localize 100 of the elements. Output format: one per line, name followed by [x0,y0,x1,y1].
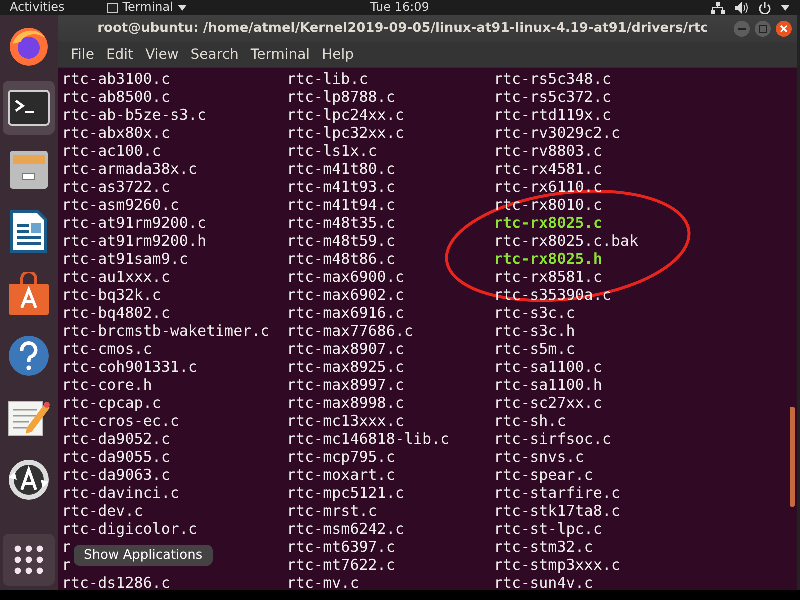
file-name: rtc-rx4581.c [494,160,602,178]
tooltip: Show Applications [74,545,213,566]
menu-item[interactable]: Help [317,44,359,66]
file-name: rtc-brcmstb-waketimer.c [62,322,270,340]
file-name: rtc-max8907.c [287,340,404,358]
file-name: rtc-bq32k.c [62,286,162,304]
file-name: rtc-rs5c348.c [494,70,612,88]
grid-dots-icon [14,545,44,575]
file-name: rtc-max8925.c [287,358,404,376]
scrollbar-thumb[interactable] [790,407,795,507]
file-name: rtc-max6916.c [287,304,404,322]
file-name: rtc-rx8025.c.bak [494,232,638,250]
file-name: rtc-max6902.c [287,286,404,304]
file-name: rtc-stk17ta8.c [494,502,620,520]
file-name: rtc-ds1286.c [62,574,170,590]
file-name: rtc-au1xxx.c [62,268,170,286]
file-name: rtc-lib.c [287,70,368,88]
file-name: rtc-dev.c [62,502,144,520]
file-name: rtc-max8997.c [287,376,404,394]
file-name: rtc-rv3029c2.c [494,124,620,142]
volume-icon [735,2,749,14]
file-name: rtc-stmp3xxx.c [494,556,620,574]
menu-item[interactable]: File [66,44,100,66]
file-name: rtc-rx8025.h [494,250,602,268]
file-name: rtc-lpc32xx.c [287,124,404,142]
file-name: rtc-ac100.c [62,142,162,160]
file-name: rtc-davinci.c [62,484,180,502]
network-icon [711,2,725,14]
file-name: rtc-m48t35.c [287,214,396,232]
file-name: rtc-m48t86.c [287,250,396,268]
show-applications-button[interactable] [3,534,55,586]
file-cabinet-icon[interactable] [8,149,50,191]
close-button[interactable] [776,20,792,36]
file-name: rtc-ab-b5ze-s3.c [62,106,206,124]
terminal-icon[interactable] [8,90,50,126]
menu-item[interactable]: Search [186,44,244,66]
file-name: rtc-mc13xxx.c [287,412,404,430]
maximize-button[interactable] [755,20,771,36]
file-name: rtc-rx6110.c [494,178,602,196]
file-name: rtc-cmos.c [62,340,152,358]
window-title: root@ubuntu: /home/atmel/Kernel2019-09-05/linux-at91-linux-4.19-at91/drivers/rtc [96,21,710,36]
document-icon[interactable] [10,210,48,254]
minimize-icon [738,28,746,30]
file-name: rtc-m41t94.c [287,196,396,214]
file-name: rtc-mc146818-lib.c [287,430,450,448]
file-name: rtc-sirfsoc.c [494,430,612,448]
file-name: rtc-m41t80.c [287,160,396,178]
menu-item[interactable]: View [140,44,184,66]
file-name: rtc-mt7622.c [287,556,396,574]
file-name: rtc-sc27xx.c [494,394,602,412]
file-name: rtc-mrst.c [287,502,378,520]
file-name: rtc-at91rm9200.c [62,214,206,232]
file-name: rtc-rv8803.c [494,142,602,160]
file-name: rtc-m48t59.c [287,232,396,250]
file-name: rtc-abx80x.c [62,124,170,142]
app-menu[interactable]: Terminal [122,0,174,15]
activities-button[interactable]: Activities [10,0,65,15]
file-name: r [62,556,72,574]
file-name: rtc-max77686.c [287,322,414,340]
file-name: rtc-da9055.c [62,448,170,466]
file-name: rtc-sa1100.c [494,358,602,376]
file-name: rtc-rs5c372.c [494,88,612,106]
caret-down-icon [178,4,188,10]
file-name: rtc-at91rm9200.h [62,232,206,250]
maximize-icon [759,24,767,32]
menu-item[interactable]: Edit [101,44,139,66]
file-name: rtc-rtd119x.c [494,106,612,124]
file-name: rtc-bq4802.c [62,304,170,322]
file-name: rtc-max6900.c [287,268,404,286]
dock-item[interactable] [3,81,55,135]
file-name: rtc-as3722.c [62,178,170,196]
menu-item[interactable]: Terminal [246,44,316,66]
file-name: rtc-armada38x.c [62,160,198,178]
file-name: rtc-mv.c [287,574,360,590]
file-name: rtc-da9063.c [62,466,170,484]
file-name: rtc-core.h [62,376,152,394]
clock[interactable]: Tue 16:09 [370,0,430,15]
file-name: rtc-mcp795.c [287,448,396,466]
caret-down-icon [781,4,790,10]
file-name: rtc-ab3100.c [62,70,170,88]
file-name: rtc-msm6242.c [287,520,404,538]
file-name: rtc-cpcap.c [62,394,162,412]
help-icon[interactable] [8,335,50,377]
file-name: rtc-at91sam9.c [62,250,188,268]
file-name: rtc-moxart.c [287,466,396,484]
file-name: rtc-s5m.c [494,340,576,358]
file-name: rtc-spear.c [494,466,594,484]
file-name: rtc-lp8788.c [287,88,396,106]
file-name: rtc-rx8025.c [494,214,602,232]
file-name: rtc-m41t93.c [287,178,396,196]
file-name: rtc-ab8500.c [62,88,170,106]
file-name: rtc-lpc24xx.c [287,106,404,124]
file-name: rtc-st-lpc.c [494,520,602,538]
terminal-icon [106,2,118,12]
file-name: rtc-asm9260.c [62,196,180,214]
file-name: rtc-digicolor.c [62,520,198,538]
file-name: rtc-sh.c [494,412,566,430]
minimize-button[interactable] [734,20,750,36]
file-name: rtc-mpc5121.c [287,484,404,502]
file-name: rtc-max8998.c [287,394,404,412]
